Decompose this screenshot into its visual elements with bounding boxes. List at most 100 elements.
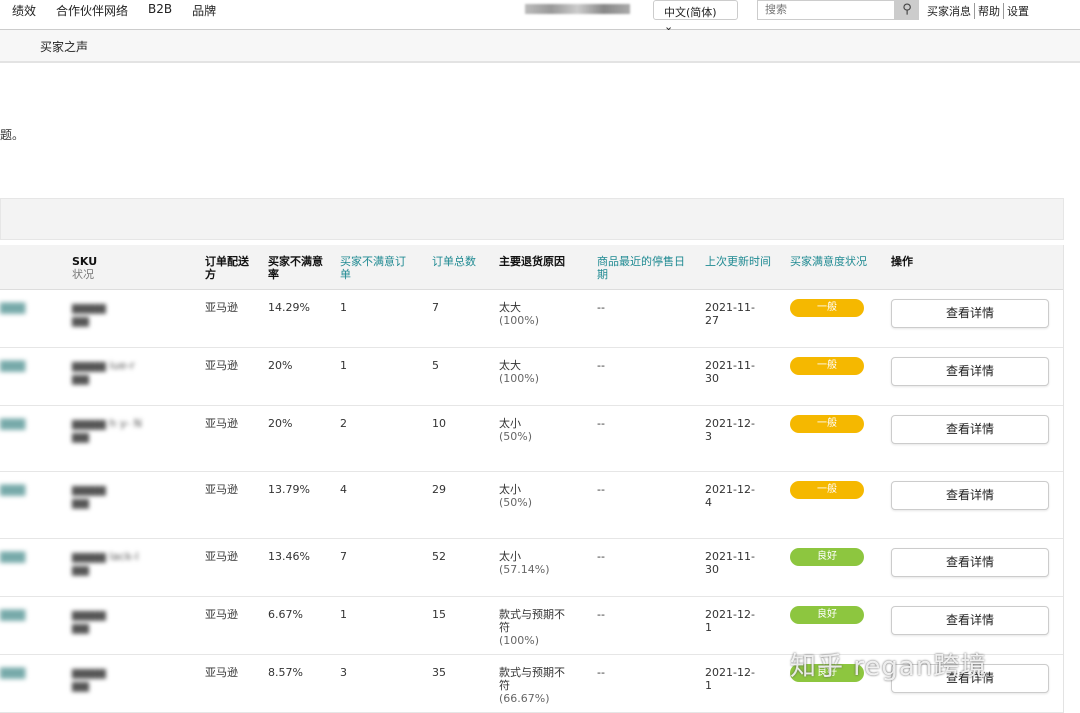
view-details-button[interactable]: 查看详情: [891, 548, 1049, 577]
sku-cell: ▆▆▆▆ ▆▆: [72, 301, 106, 327]
ncx-rate-cell: 13.46%: [268, 550, 310, 563]
ncx-rate-cell: 6.67%: [268, 608, 303, 621]
ncx-rate-cell: 20%: [268, 417, 293, 430]
return-reason-cell: 太大 (100%): [499, 359, 540, 385]
total-orders-cell: 5: [432, 359, 439, 372]
total-orders-cell: 7: [432, 301, 439, 314]
fulfillment-cell: 亚马逊: [205, 550, 238, 563]
header-ncx-rate: 买家不满意率: [268, 255, 323, 281]
product-name-blurred[interactable]: ▇▇▇: [0, 608, 30, 621]
table-row: ▇▇▇ ▆▆▆▆ ▆▆ 亚马逊 14.29% 1 7 太大 (100%) -- 2…: [0, 290, 1063, 348]
header-status[interactable]: 买家满意度状况: [790, 255, 868, 268]
status-badge: 一般: [790, 415, 864, 433]
updated-cell: 2021-11-30: [705, 359, 755, 385]
table-row: ▇▇▇ ▆▆▆▆ lack-l ▆▆ 亚马逊 13.46% 7 52 太小 (57.…: [0, 539, 1063, 597]
top-navigation: 绩效 合作伙伴网络 B2B 品牌 中文(简体) ⌄ ⚲ 买家消息 帮助 设置: [0, 0, 1080, 33]
table-row: ▇▇▇ ▆▆▆▆ iue-r ▆▆ 亚马逊 20% 1 5 太大 (100%) --…: [0, 348, 1063, 406]
buyer-messages-link[interactable]: 买家消息: [927, 3, 974, 19]
product-name-blurred[interactable]: ▇▇▇: [0, 301, 30, 314]
voice-of-customer-tab[interactable]: 买家之声: [40, 38, 88, 55]
return-reason-cell: 太大 (100%): [499, 301, 540, 327]
product-name-blurred[interactable]: ▇▇▇: [0, 417, 30, 430]
product-name-blurred[interactable]: ▇▇▇: [0, 666, 30, 679]
nav-performance[interactable]: 绩效: [12, 2, 36, 19]
ncx-orders-cell: 4: [340, 483, 347, 496]
header-links: 买家消息 帮助 设置: [927, 3, 1032, 19]
sku-cell: ▆▆▆▆ ▆▆: [72, 608, 106, 634]
fulfillment-cell: 亚马逊: [205, 359, 238, 372]
settings-link[interactable]: 设置: [1003, 3, 1032, 19]
fulfillment-cell: 亚马逊: [205, 666, 238, 679]
view-details-button[interactable]: 查看详情: [891, 299, 1049, 328]
ncx-rate-cell: 13.79%: [268, 483, 310, 496]
page-description: 题。: [0, 128, 25, 142]
fulfillment-cell: 亚马逊: [205, 301, 238, 314]
header-action: 操作: [891, 255, 913, 268]
return-reason-cell: 太小 (50%): [499, 417, 533, 443]
nav-brand[interactable]: 品牌: [192, 2, 216, 19]
product-name-blurred[interactable]: ▇▇▇: [0, 483, 30, 496]
ncx-orders-cell: 1: [340, 608, 347, 621]
ncx-rate-cell: 14.29%: [268, 301, 310, 314]
last-stop-date-cell: --: [597, 483, 605, 496]
header-return-reason: 主要退货原因: [499, 255, 565, 268]
sku-cell: ▆▆▆▆ ▆▆: [72, 483, 106, 509]
product-name-blurred[interactable]: ▇▇▇: [0, 359, 30, 372]
header-updated[interactable]: 上次更新时间: [705, 255, 771, 268]
table-row: ▇▇▇ ▆▆▆▆ h y- N ▆▆ 亚马逊 20% 2 10 太小 (50%) -…: [0, 406, 1063, 472]
status-badge: 一般: [790, 299, 864, 317]
product-name-blurred[interactable]: ▇▇▇: [0, 550, 30, 563]
main-menu: 绩效 合作伙伴网络 B2B 品牌: [12, 2, 216, 19]
updated-cell: 2021-11-30: [705, 550, 755, 576]
total-orders-cell: 52: [432, 550, 446, 563]
total-orders-cell: 10: [432, 417, 446, 430]
updated-cell: 2021-12-4: [705, 483, 755, 509]
sku-cell: ▆▆▆▆ iue-r ▆▆: [72, 359, 135, 385]
total-orders-cell: 29: [432, 483, 446, 496]
view-details-button[interactable]: 查看详情: [891, 481, 1049, 510]
ncx-orders-cell: 3: [340, 666, 347, 679]
table-row: ▇▇▇ ▆▆▆▆ ▆▆ 亚马逊 13.79% 4 29 太小 (50%) -- 2…: [0, 472, 1063, 539]
search-input[interactable]: [757, 0, 895, 20]
table-header: SKU 状况 订单配送方 买家不满意率 买家不满意订单 订单总数 主要退货原因 商…: [0, 245, 1063, 290]
fulfillment-cell: 亚马逊: [205, 483, 238, 496]
language-value: 中文(简体): [664, 6, 717, 19]
ncx-orders-cell: 1: [340, 359, 347, 372]
total-orders-cell: 15: [432, 608, 446, 621]
view-details-button[interactable]: 查看详情: [891, 606, 1049, 635]
view-details-button[interactable]: 查看详情: [891, 357, 1049, 386]
fulfillment-cell: 亚马逊: [205, 417, 238, 430]
fulfillment-cell: 亚马逊: [205, 608, 238, 621]
watermark: 知乎 regan跨境: [790, 652, 988, 682]
return-reason-cell: 款式与预期不符 (66.67%): [499, 666, 565, 705]
header-ncx-orders[interactable]: 买家不满意订单: [340, 255, 406, 281]
updated-cell: 2021-11-27: [705, 301, 755, 327]
updated-cell: 2021-12-3: [705, 417, 755, 443]
updated-cell: 2021-12-1: [705, 608, 755, 634]
header-total-orders[interactable]: 订单总数: [432, 255, 476, 268]
language-select[interactable]: 中文(简体) ⌄: [653, 0, 738, 33]
search-button[interactable]: ⚲: [895, 0, 919, 20]
status-badge: 良好: [790, 606, 864, 624]
status-badge: 良好: [790, 548, 864, 566]
header-sku[interactable]: SKU 状况: [72, 255, 97, 281]
products-table: SKU 状况 订单配送方 买家不满意率 买家不满意订单 订单总数 主要退货原因 商…: [0, 245, 1064, 713]
last-stop-date-cell: --: [597, 301, 605, 314]
sku-cell: ▆▆▆▆ lack-l ▆▆: [72, 550, 139, 576]
nav-b2b[interactable]: B2B: [148, 2, 172, 19]
help-link[interactable]: 帮助: [974, 3, 1003, 19]
return-reason-cell: 款式与预期不符 (100%): [499, 608, 565, 647]
header-last-stop-date[interactable]: 商品最近的停售日期: [597, 255, 687, 281]
last-stop-date-cell: --: [597, 608, 605, 621]
view-details-button[interactable]: 查看详情: [891, 415, 1049, 444]
ncx-rate-cell: 20%: [268, 359, 293, 372]
nav-partner-network[interactable]: 合作伙伴网络: [56, 2, 128, 19]
sub-navigation: 买家之声: [0, 30, 1080, 63]
return-reason-cell: 太小 (50%): [499, 483, 533, 509]
ncx-orders-cell: 1: [340, 301, 347, 314]
updated-cell: 2021-12-1: [705, 666, 755, 692]
sku-cell: ▆▆▆▆ h y- N ▆▆: [72, 417, 142, 443]
ncx-orders-cell: 7: [340, 550, 347, 563]
last-stop-date-cell: --: [597, 359, 605, 372]
status-badge: 一般: [790, 481, 864, 499]
